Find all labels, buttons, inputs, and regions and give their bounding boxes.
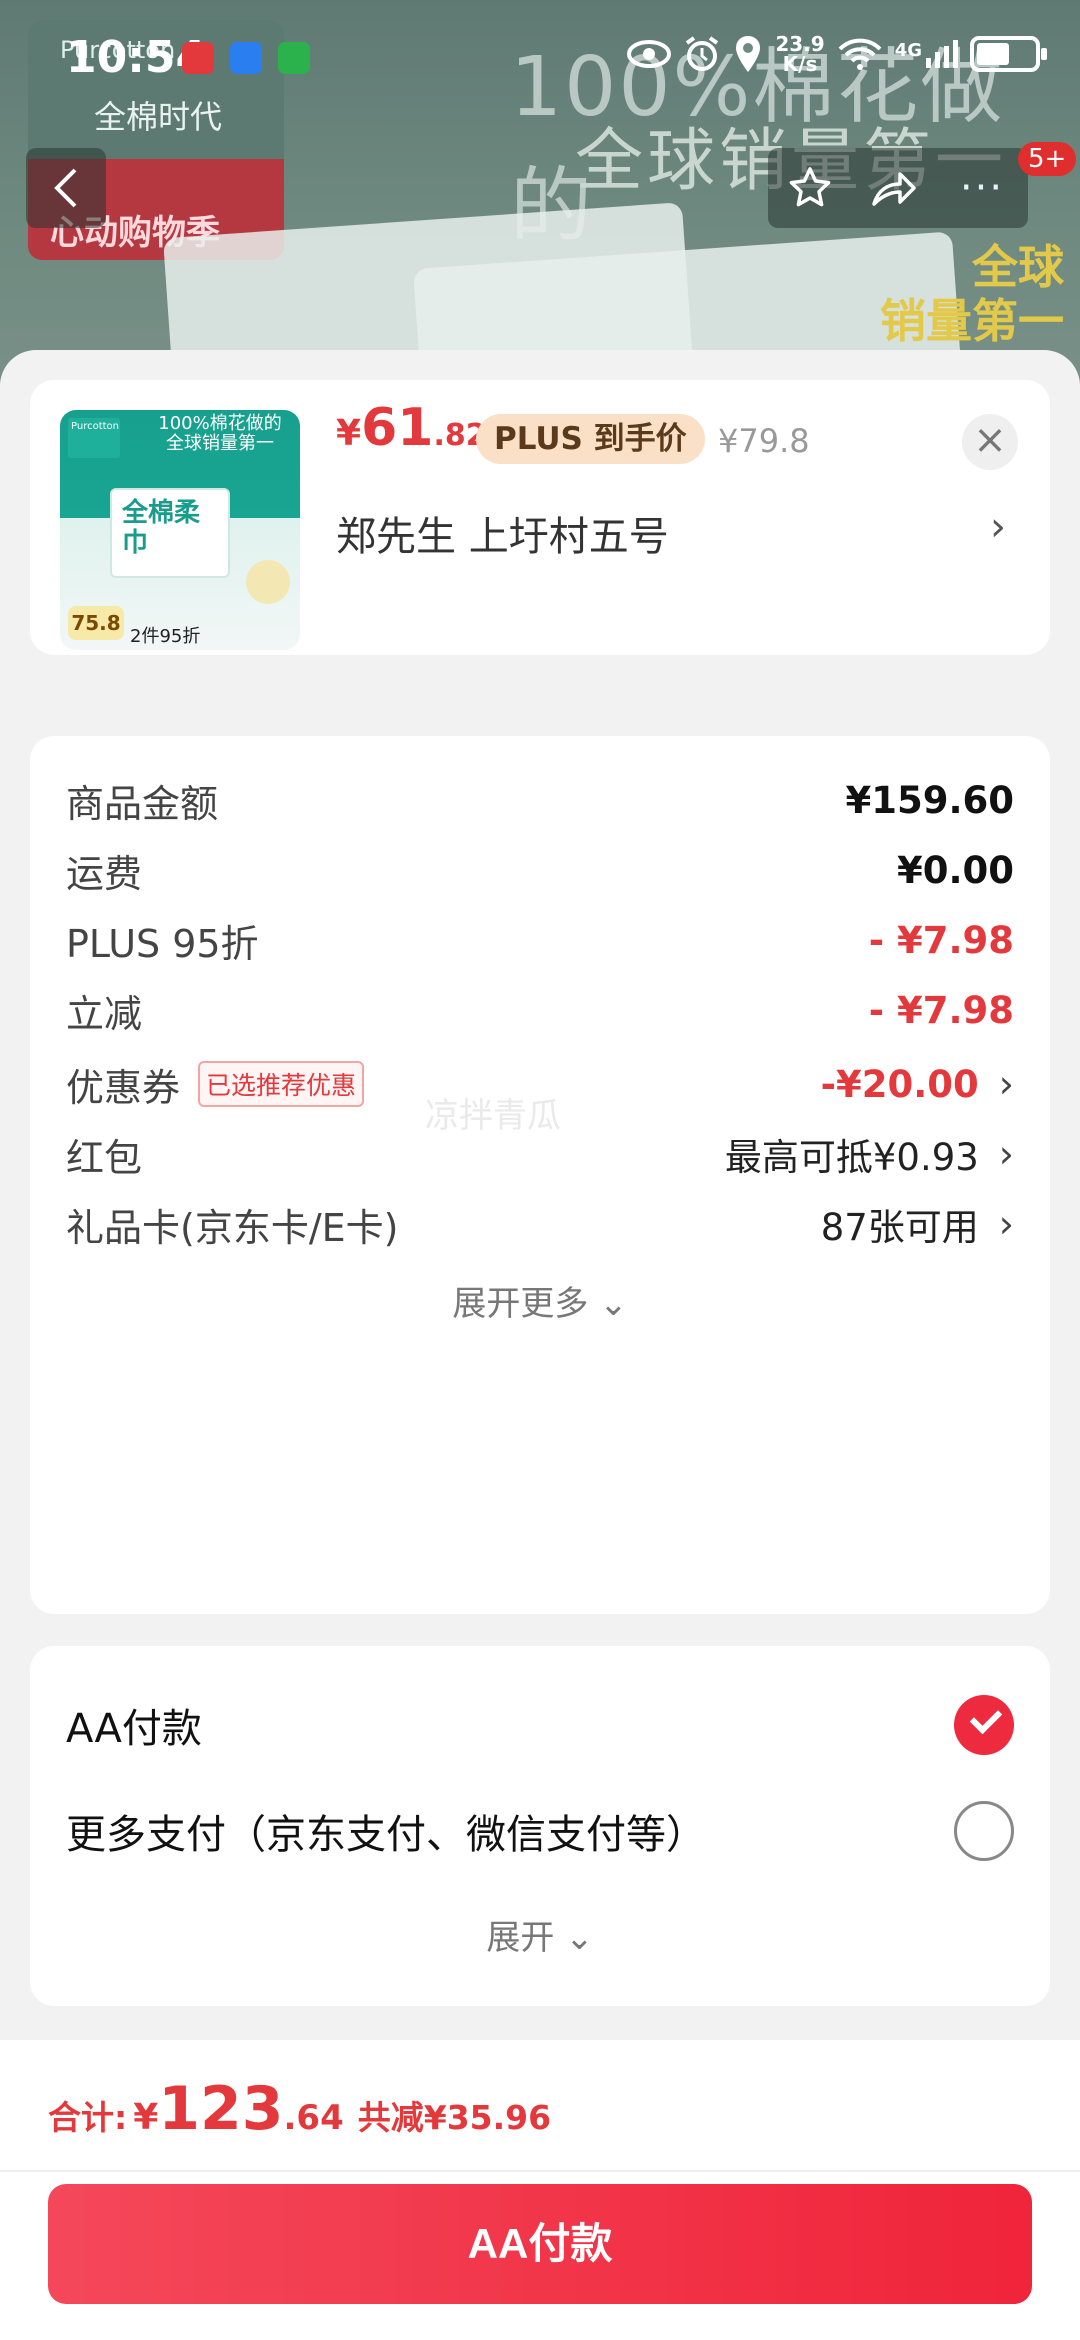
signal-icon: 4G — [895, 40, 958, 68]
checkout-bottom-bar: 合计: ¥ 123 .64 共减¥35.96 AA付款 — [0, 2040, 1080, 2340]
expand-more-button[interactable]: 展开更多 ⌄ — [30, 1276, 1050, 1325]
radio-unchecked-icon[interactable] — [954, 1801, 1014, 1861]
row-value: - ¥7.98 — [868, 988, 1014, 1032]
row-label: 红包 — [66, 1135, 143, 1180]
payment-option-aa[interactable]: AA付款 — [66, 1690, 1014, 1760]
eye-icon — [627, 40, 672, 68]
divider — [0, 2170, 1080, 2172]
alarm-icon — [686, 36, 719, 71]
payment-option-more[interactable]: 更多支付（京东支付、微信支付等） — [66, 1796, 1014, 1866]
payment-option-label: 更多支付（京东支付、微信支付等） — [66, 1812, 706, 1858]
status-icons: 23.9 K/s 4G — [627, 32, 1047, 76]
row-label: 立减 — [66, 991, 143, 1036]
status-bar: 10:54 23.9 K/s 4G — [0, 0, 1080, 110]
close-button[interactable]: × — [962, 414, 1018, 470]
total-integer: 123 — [158, 2074, 284, 2144]
wifi-icon — [838, 38, 882, 70]
amount-breakdown-card: 商品金额 ¥159.60 运费 ¥0.00 PLUS 95折 - ¥7.98 立… — [30, 736, 1050, 1614]
coupon-recommended-tag: 已选推荐优惠 — [198, 1061, 365, 1107]
banner-badge: 全球 销量第一 — [880, 240, 1064, 348]
row-value: -¥20.00 › — [820, 1062, 1014, 1106]
product-price: ¥ 61 .82 — [336, 398, 487, 458]
total-currency: ¥ — [133, 2097, 159, 2138]
star-icon — [789, 167, 831, 207]
amount-row-shipping: 运费 ¥0.00 — [66, 840, 1014, 900]
amount-row-instant-discount: 立减 - ¥7.98 — [66, 980, 1014, 1040]
row-label: 运费 — [66, 851, 143, 896]
thumb-price: 75.8 — [68, 606, 124, 640]
net-speed: 23.9 K/s — [775, 32, 825, 76]
pay-button[interactable]: AA付款 — [48, 2184, 1032, 2304]
row-value: ¥0.00 — [896, 848, 1014, 892]
row-label: 商品金额 — [66, 781, 219, 826]
thumb-deal: 2件95折 — [130, 626, 201, 647]
chevron-right-icon: › — [998, 1132, 1014, 1176]
back-button[interactable] — [26, 148, 106, 228]
chevron-right-icon: › — [998, 1202, 1014, 1246]
total-saved: 共减¥35.96 — [357, 2098, 552, 2137]
payment-option-label: AA付款 — [66, 1706, 202, 1752]
row-label: PLUS 95折 — [66, 921, 259, 966]
address-chevron-icon[interactable]: › — [990, 504, 1006, 550]
amount-row-red-packet[interactable]: 红包 最高可抵¥0.93 › — [66, 1124, 1014, 1184]
share-icon — [872, 172, 916, 206]
shield-app-icon — [230, 42, 262, 74]
chevron-right-icon: › — [998, 1062, 1014, 1106]
thumb-box-text: 全棉柔巾 — [110, 488, 230, 578]
plus-price-tag: PLUS 到手价 — [476, 414, 705, 464]
row-value: 最高可抵¥0.93 › — [724, 1132, 1014, 1179]
price-integer: 61 — [361, 398, 434, 458]
order-total: 合计: ¥ 123 .64 共减¥35.96 — [48, 2074, 551, 2144]
expand-payment-button[interactable]: 展开 ⌄ — [30, 1910, 1050, 1959]
radio-checked-icon[interactable] — [954, 1695, 1014, 1755]
battery-icon — [970, 36, 1047, 72]
amount-row-gift-card[interactable]: 礼品卡(京东卡/E卡) 87张可用 › — [66, 1194, 1014, 1254]
more-badge: 5+ — [1018, 142, 1077, 176]
product-thumbnail[interactable]: Purcotton 100%棉花做的 全球销量第一 全棉柔巾 75.8 2件95… — [60, 410, 300, 650]
favorite-button[interactable] — [768, 148, 852, 228]
shipping-address[interactable]: 郑先生 上圩村五号 — [336, 504, 669, 562]
row-label: 礼品卡(京东卡/E卡) — [66, 1205, 399, 1250]
total-label: 合计: — [48, 2098, 128, 2137]
more-button[interactable]: ··· — [936, 148, 1028, 228]
thumb-brand: Purcotton — [68, 418, 120, 458]
share-button[interactable] — [852, 148, 936, 228]
amount-row-plus-discount: PLUS 95折 - ¥7.98 — [66, 910, 1014, 970]
row-value: 87张可用 › — [820, 1202, 1014, 1249]
row-value: ¥159.60 — [845, 778, 1014, 822]
row-value: - ¥7.98 — [868, 918, 1014, 962]
jd-app-icon — [182, 42, 214, 74]
location-icon — [736, 36, 761, 72]
row-label: 优惠券 已选推荐优惠 — [66, 1057, 365, 1112]
thumb-headline: 100%棉花做的 全球销量第一 — [158, 413, 282, 454]
thumb-stamp-icon — [246, 560, 290, 604]
total-decimal: .64 — [283, 2098, 344, 2138]
original-price: ¥79.8 — [718, 422, 810, 460]
price-currency: ¥ — [336, 413, 362, 454]
amount-row-subtotal: 商品金额 ¥159.60 — [66, 770, 1014, 830]
amount-row-coupon[interactable]: 优惠券 已选推荐优惠 -¥20.00 › — [66, 1054, 1014, 1114]
wechat-app-icon — [278, 42, 310, 74]
payment-method-card: AA付款 更多支付（京东支付、微信支付等） 展开 ⌄ — [30, 1646, 1050, 2006]
chevron-left-icon — [54, 168, 77, 208]
